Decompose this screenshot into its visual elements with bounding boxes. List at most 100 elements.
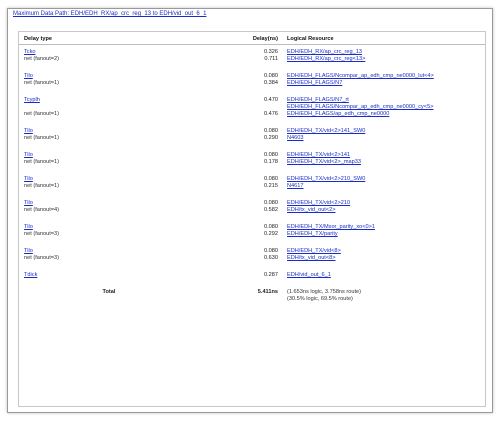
logical-resource-cell[interactable]: EDH/EDH_RX/ap_crc_reg<13> <box>282 56 485 63</box>
logical-resource-cell[interactable]: EDH/vid_out_6_1 <box>282 272 485 279</box>
logical-resource-link[interactable]: EDH/EDH_FLAGS/Ncompar_ap_edh_cmp_ne0000_… <box>287 104 482 111</box>
logical-resource-link[interactable]: EDH/EDH_TX/vid<2>210 <box>287 200 482 207</box>
logical-resource-cell[interactable]: EDH/EDH_TX/parity <box>282 231 485 238</box>
delay-value: 0.290 <box>264 135 278 141</box>
logical-resource-cell[interactable]: EDH/EDH_TX/vid<2>141_SW0 <box>282 128 485 135</box>
logical-resource-link[interactable]: N4603 <box>287 135 482 142</box>
delay-type-link[interactable]: Tilo <box>24 200 33 206</box>
logical-resource-cell[interactable]: N4603 <box>282 135 485 142</box>
logical-resource-link[interactable]: EDH/EDH_TX/parity <box>287 231 482 238</box>
row-spacer <box>19 238 485 248</box>
logical-resource-link[interactable]: EDH/EDH_TX/vid<2>141_SW0 <box>287 128 482 135</box>
delay-value: 0.326 <box>264 49 278 55</box>
delay-type-cell: net (fanout=4) <box>19 207 224 214</box>
table-row: Tilo 0.080 EDH/EDH_TX/vid<2>210 <box>19 200 485 207</box>
delay-type-link[interactable]: Tdick <box>24 272 37 278</box>
logical-resource-cell[interactable]: EDH/EDH_TX/vid<2>141 <box>282 152 485 159</box>
logical-resource-cell[interactable]: EDH/EDH_TX/Mxor_parity_xo<0>1 <box>282 224 485 231</box>
row-spacer <box>19 87 485 97</box>
delay-value: 0.080 <box>264 73 278 79</box>
table-row: Tilo 0.080 EDH/EDH_TX/Mxor_parity_xo<0>1 <box>19 224 485 231</box>
delay-type-link[interactable]: Tilo <box>24 128 33 134</box>
table-row: net (fanout=1) 0.215 N4617 <box>19 183 485 190</box>
logical-resource-cell[interactable]: N4617 <box>282 183 485 190</box>
logical-resource-link[interactable]: EDH/EDH_FLAGS/Ncompar_ap_edh_cmp_ne0000_… <box>287 73 482 80</box>
delay-type-cell[interactable]: Tilo <box>19 176 224 183</box>
header-delay: Delay(ns) <box>252 36 278 42</box>
logical-resource-link[interactable]: EDH/EDH_FLAGS/ap_edh_cmp_ne0000 <box>287 111 482 118</box>
logical-resource-link[interactable]: EDH/EDH_RX/ap_crc_reg<13> <box>287 56 482 63</box>
delay-value: 0.178 <box>264 159 278 165</box>
delay-type-link[interactable]: Tilo <box>24 152 33 158</box>
delay-value: 0.711 <box>264 56 278 62</box>
total-breakdown-line: (1.653ns logic, 3.758ns route) <box>287 289 362 295</box>
logical-resource-cell[interactable]: EDH/EDH_FLAGS/Ncompar_ap_edh_cmp_ne0000_… <box>282 73 485 80</box>
logical-resource-cell[interactable]: EDH/EDH_FLAGS/N7 <box>282 80 485 87</box>
delay-type-cell[interactable]: Tcyplh <box>19 97 224 111</box>
logical-resource-link[interactable]: EDH/EDH_TX/vid<2>_map33 <box>287 159 482 166</box>
path-title-link[interactable]: Maximum Data Path: EDH/EDH_RX/ap_crc_reg… <box>13 11 206 17</box>
delay-type-link[interactable]: Tcyplh <box>24 97 40 103</box>
delay-type-cell[interactable]: Tilo <box>19 248 224 255</box>
logical-resource-link[interactable]: N4617 <box>287 183 482 190</box>
delay-type-cell: net (fanout=1) <box>19 80 224 87</box>
table-row: net (fanout=1) 0.290 N4603 <box>19 135 485 142</box>
logical-resource-cell[interactable]: EDH/EDH_TX/vid<2>210_SW0 <box>282 176 485 183</box>
logical-resource-cell[interactable]: EDH/tx_vid_out<2> <box>282 207 485 214</box>
delay-value: 0.292 <box>264 231 278 237</box>
logical-resource-cell[interactable]: EDH/EDH_TX/vid<2>_map33 <box>282 159 485 166</box>
delay-value: 0.630 <box>264 255 278 261</box>
table-row: Tcko 0.326 EDH/EDH_RX/ap_crc_reg_13 <box>19 49 485 56</box>
row-spacer <box>19 63 485 73</box>
delay-type-label: net (fanout=3) <box>24 255 59 261</box>
logical-resource-cell[interactable]: EDH/EDH_TX/vid<8> <box>282 248 485 255</box>
delay-type-cell: net (fanout=2) <box>19 56 224 63</box>
delay-value: 0.080 <box>264 200 278 206</box>
logical-resource-link[interactable]: EDH/EDH_TX/vid<2>210_SW0 <box>287 176 482 183</box>
delay-type-cell[interactable]: Tcko <box>19 49 224 56</box>
logical-resource-link[interactable]: EDH/EDH_TX/Mxor_parity_xo<0>1 <box>287 224 482 231</box>
delay-type-cell: net (fanout=3) <box>19 231 224 238</box>
logical-resource-link[interactable]: EDH/EDH_FLAGS/N7_rt <box>287 97 482 104</box>
logical-resource-link[interactable]: EDH/EDH_RX/ap_crc_reg_13 <box>287 49 482 56</box>
delay-type-cell: net (fanout=1) <box>19 183 224 190</box>
table-row: net (fanout=1) 0.384 EDH/EDH_FLAGS/N7 <box>19 80 485 87</box>
logical-resource-link[interactable]: EDH/EDH_TX/vid<2>141 <box>287 152 482 159</box>
logical-resource-cell[interactable]: EDH/tx_vid_out<8> <box>282 255 485 262</box>
delay-type-link[interactable]: Tilo <box>24 224 33 230</box>
table-row: Tcyplh 0.470 EDH/EDH_FLAGS/N7_rt EDH/EDH_FL… <box>19 97 485 111</box>
logical-resource-link[interactable]: EDH/tx_vid_out<2> <box>287 207 482 214</box>
table-row: net (fanout=1) 0.178 EDH/EDH_TX/vid<2>_map… <box>19 159 485 166</box>
delay-value: 0.287 <box>264 272 278 278</box>
row-spacer <box>19 142 485 152</box>
logical-resource-cell[interactable]: EDH/EDH_FLAGS/ap_edh_cmp_ne0000 <box>282 111 485 118</box>
logical-resource-cell[interactable]: EDH/EDH_TX/vid<2>210 <box>282 200 485 207</box>
delay-type-cell[interactable]: Tilo <box>19 200 224 207</box>
logical-resource-link[interactable]: EDH/vid_out_6_1 <box>287 272 482 279</box>
delay-type-cell[interactable]: Tilo <box>19 152 224 159</box>
row-spacer <box>19 190 485 200</box>
delay-type-cell: net (fanout=1) <box>19 111 224 118</box>
delay-type-link[interactable]: Tilo <box>24 248 33 254</box>
delay-type-cell[interactable]: Tilo <box>19 73 224 80</box>
delay-type-link[interactable]: Tilo <box>24 176 33 182</box>
table-row: Tilo 0.080 EDH/EDH_FLAGS/Ncompar_ap_edh_cm… <box>19 73 485 80</box>
delay-type-label: net (fanout=4) <box>24 207 59 213</box>
row-spacer <box>19 262 485 272</box>
delay-type-cell[interactable]: Tilo <box>19 224 224 231</box>
delay-value: 0.080 <box>264 176 278 182</box>
total-label: Total <box>102 289 116 295</box>
delay-type-label: net (fanout=3) <box>24 231 59 237</box>
logical-resource-cell[interactable]: EDH/EDH_FLAGS/N7_rt EDH/EDH_FLAGS/Ncompar… <box>282 97 485 111</box>
logical-resource-link[interactable]: EDH/EDH_TX/vid<8> <box>287 248 482 255</box>
delay-type-cell[interactable]: Tilo <box>19 128 224 135</box>
delay-type-link[interactable]: Tcko <box>24 49 36 55</box>
logical-resource-link[interactable]: EDH/EDH_FLAGS/N7 <box>287 80 482 87</box>
logical-resource-link[interactable]: EDH/tx_vid_out<8> <box>287 255 482 262</box>
table-row: Tilo 0.080 EDH/EDH_TX/vid<2>141 <box>19 152 485 159</box>
logical-resource-cell[interactable]: EDH/EDH_RX/ap_crc_reg_13 <box>282 49 485 56</box>
delay-type-cell[interactable]: Tdick <box>19 272 224 279</box>
report-frame: Maximum Data Path: EDH/EDH_RX/ap_crc_reg… <box>7 8 493 413</box>
delay-table: Delay type Delay(ns) Logical Resource Tc… <box>19 32 485 303</box>
delay-type-link[interactable]: Tilo <box>24 73 33 79</box>
